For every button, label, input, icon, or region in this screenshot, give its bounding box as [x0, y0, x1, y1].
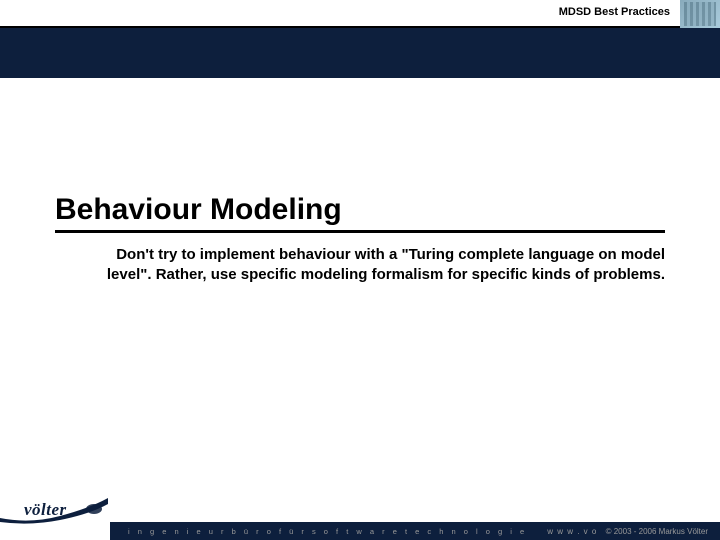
footer-left-group: i n g e n i e u r b ü r o f ü r s o f t … — [128, 527, 597, 536]
footer-tagline: i n g e n i e u r b ü r o f ü r s o f t … — [128, 527, 527, 536]
slide-title: Behaviour Modeling — [55, 193, 665, 233]
header-decorative-icon — [680, 0, 720, 28]
footer-weblink: w w w . v o — [547, 527, 597, 536]
footer: völter i n g e n i e u r b ü r o f ü r s… — [0, 482, 720, 540]
slide-content: Behaviour Modeling Don't try to implemen… — [0, 78, 720, 286]
slide-subtitle: Don't try to implement behaviour with a … — [55, 245, 665, 286]
header-title: MDSD Best Practices — [559, 6, 670, 18]
logo-container: völter — [0, 482, 110, 536]
header-bar: MDSD Best Practices — [0, 0, 720, 28]
logo-text: völter — [24, 500, 67, 520]
footer-copyright: © 2003 - 2006 Markus Völter — [606, 527, 708, 536]
dark-banner — [0, 28, 720, 78]
footer-bar: i n g e n i e u r b ü r o f ü r s o f t … — [110, 522, 720, 540]
